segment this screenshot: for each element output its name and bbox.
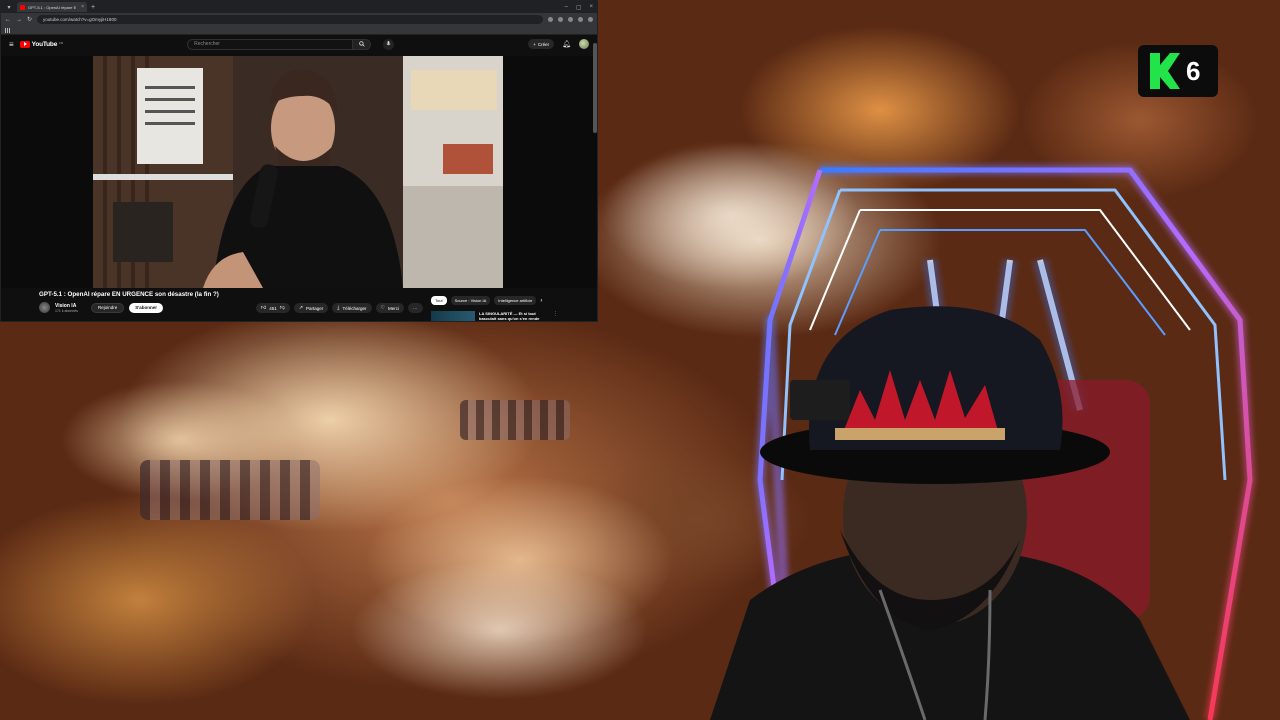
download-label: Télécharger [342, 305, 367, 311]
background-vent [460, 400, 570, 440]
thumbs-down-icon[interactable]: 👎︎ [280, 305, 285, 311]
close-window-icon[interactable]: × [589, 4, 593, 11]
tab-title: GPT-5.1 : OpenAI répare E [28, 4, 77, 10]
profile-icon[interactable] [578, 17, 583, 22]
page-scrollbar[interactable] [593, 43, 597, 133]
recommendation-chips: Tout Source : Vision IA Intelligence art… [431, 296, 542, 305]
youtube-header-actions: + Créer 🔔︎ [528, 39, 589, 49]
window-controls: – ▢ × [564, 4, 593, 11]
browser-tab[interactable]: GPT-5.1 : OpenAI répare E × [17, 2, 87, 12]
chip-source[interactable]: Source : Vision IA [450, 296, 491, 305]
maximize-icon[interactable]: ▢ [576, 4, 582, 11]
url-field[interactable]: youtube.com/watch?v=gOmyjiH1800 [37, 15, 543, 24]
create-label: Créer [537, 41, 550, 47]
chevron-right-icon[interactable]: › [540, 298, 542, 304]
search-input[interactable]: Rechercher [187, 38, 354, 50]
menu-dots-icon[interactable] [588, 17, 593, 22]
streamer-webcam [710, 306, 1190, 720]
youtube-header: ≡ YouTube FR Rechercher + Créer 🔔︎ [1, 35, 597, 53]
thanks-icon: ♡ [380, 305, 386, 311]
share-label: Partager [306, 305, 324, 311]
channel-avatar[interactable] [39, 302, 50, 313]
share-button[interactable]: ↗ Partager [293, 303, 329, 313]
background-glow [350, 560, 650, 700]
join-button[interactable]: Rejoindre [90, 302, 125, 313]
create-button[interactable]: + Créer [528, 39, 555, 49]
k-logo-icon [1150, 53, 1180, 89]
extension-icon[interactable] [558, 17, 563, 22]
channel-subscriber-count: 171 k abonnés [55, 308, 78, 313]
voice-search-button[interactable] [383, 38, 395, 50]
channel-row: Vision IA 171 k abonnés Rejoindre S'abon… [39, 302, 164, 313]
download-icon[interactable] [568, 17, 573, 22]
youtube-country-code: FR [59, 40, 64, 45]
video-player[interactable] [1, 56, 597, 288]
browser-window: ▾ GPT-5.1 : OpenAI répare E × + – ▢ × ← … [0, 0, 598, 322]
youtube-logo[interactable]: YouTube FR [19, 40, 64, 48]
youtube-wordmark: YouTube [31, 40, 58, 48]
extensions-area [548, 17, 593, 22]
forward-icon[interactable]: → [16, 17, 22, 23]
tab-list-icon[interactable]: ▾ [5, 4, 13, 11]
back-icon[interactable]: ← [5, 17, 11, 23]
stream-stage: 6 ▾ GPT-5.1 : OpenAI répare E × + – ▢ × … [0, 0, 1280, 720]
new-tab-icon[interactable]: + [91, 4, 95, 11]
recommended-thumbnail [431, 311, 475, 321]
video-title: GPT-5.1 : OpenAI répare EN URGENCE son d… [39, 291, 219, 298]
channel-info: Vision IA 171 k abonnés [55, 303, 78, 313]
logo-number: 6 [1186, 55, 1201, 86]
plus-icon: + [533, 41, 536, 47]
apps-grid-icon[interactable] [5, 27, 10, 33]
download-button[interactable]: ⤓ Télécharger [332, 303, 372, 313]
search-bar: Rechercher [187, 38, 372, 50]
video-meta: GPT-5.1 : OpenAI répare EN URGENCE son d… [1, 289, 597, 321]
extension-icon[interactable] [548, 17, 553, 22]
browser-tab-bar: ▾ GPT-5.1 : OpenAI répare E × + – ▢ × [1, 1, 597, 13]
notifications-bell-icon[interactable]: 🔔︎ [562, 40, 571, 48]
search-button[interactable] [353, 38, 372, 50]
microphone-icon [386, 41, 391, 46]
search-icon [358, 41, 365, 47]
video-actions: 👍︎ 451 👎︎ ↗ Partager ⤓ Télécharger ♡ Mer… [256, 303, 423, 313]
close-tab-icon[interactable]: × [81, 4, 84, 10]
thumbs-up-icon: 👍︎ [261, 305, 267, 311]
more-actions-button[interactable]: ··· [408, 303, 423, 313]
address-bar-row: ← → ↻ youtube.com/watch?v=gOmyjiH1800 [1, 13, 597, 26]
hamburger-menu-icon[interactable]: ≡ [9, 40, 14, 49]
account-avatar[interactable] [579, 39, 589, 49]
share-icon: ↗ [298, 305, 304, 311]
thanks-label: Merci [388, 305, 400, 311]
minimize-icon[interactable]: – [564, 4, 567, 11]
reload-icon[interactable]: ↻ [27, 16, 32, 23]
subscribe-button[interactable]: S'abonner [129, 302, 164, 313]
recommended-title: LA SINGULARITÉ — Et si tout basculait sa… [479, 311, 540, 321]
youtube-play-icon [19, 40, 30, 48]
like-button[interactable]: 👍︎ 451 👎︎ [256, 303, 290, 313]
recommended-video[interactable]: LA SINGULARITÉ — Et si tout basculait sa… [431, 311, 558, 321]
channel-logo: 6 [1138, 45, 1218, 97]
youtube-favicon-icon [20, 4, 25, 10]
video-frame [93, 56, 503, 288]
chip-all[interactable]: Tout [431, 296, 447, 305]
thanks-button[interactable]: ♡ Merci [375, 303, 405, 313]
bookmarks-bar [1, 26, 597, 35]
chip-ai[interactable]: Intelligence artificie [494, 296, 537, 305]
like-count: 451 [269, 305, 277, 311]
background-vent [140, 460, 320, 520]
download-arrow-icon: ⤓ [337, 305, 340, 311]
more-dots-icon: ··· [413, 305, 418, 311]
more-options-icon[interactable]: ⋮ [553, 311, 558, 317]
